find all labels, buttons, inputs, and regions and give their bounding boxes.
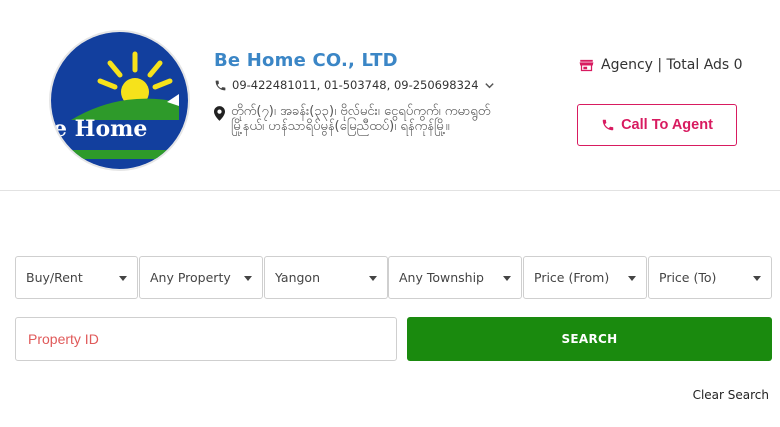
buy-rent-select[interactable]: Buy/Rent (15, 256, 138, 299)
chevron-down-icon[interactable] (484, 80, 495, 91)
price-from-select-value: Price (From) (534, 270, 610, 285)
agency-phone-numbers: 09-422481011, 01-503748, 09-250698324 (232, 78, 479, 92)
call-to-agent-label: Call To Agent (621, 117, 713, 133)
agency-header: e Home Be Home CO., LTD 09-422481011, 01… (0, 0, 780, 191)
clear-search-link[interactable]: Clear Search (693, 388, 769, 402)
caret-down-icon (628, 276, 636, 281)
caret-down-icon (244, 276, 252, 281)
agency-address: တိုက်(၇)၊ အခန်း(၃၃)၊ ဗိုလ်မင်း၊ ငွေရပ်ကွ… (214, 104, 549, 134)
agency-logo-image: e Home (51, 32, 188, 169)
agency-logo[interactable]: e Home (49, 30, 190, 171)
phone-icon (215, 80, 226, 90)
phone-icon (602, 119, 614, 131)
price-from-select[interactable]: Price (From) (523, 256, 647, 299)
agency-type-ads-text: Agency | Total Ads 0 (601, 57, 743, 73)
property-id-input[interactable] (15, 317, 397, 361)
agency-type-and-ads: Agency | Total Ads 0 (579, 57, 743, 73)
agency-phones[interactable]: 09-422481011, 01-503748, 09-250698324 (214, 76, 495, 94)
caret-down-icon (503, 276, 511, 281)
store-icon (579, 59, 594, 71)
map-marker-icon (214, 106, 225, 121)
township-select-value: Any Township (399, 270, 484, 285)
region-select-value: Yangon (275, 270, 321, 285)
logo-wordmark: e Home (53, 116, 147, 142)
price-to-select-value: Price (To) (659, 270, 717, 285)
search-button[interactable]: SEARCH (407, 317, 772, 361)
agency-address-text: တိုက်(၇)၊ အခန်း(၃၃)၊ ဗိုလ်မင်း၊ ငွေရပ်ကွ… (231, 104, 491, 134)
property-type-select[interactable]: Any Property (139, 256, 263, 299)
township-select[interactable]: Any Township (388, 256, 522, 299)
price-to-select[interactable]: Price (To) (648, 256, 772, 299)
buy-rent-select-value: Buy/Rent (26, 270, 83, 285)
property-type-select-value: Any Property (150, 270, 231, 285)
call-to-agent-button[interactable]: Call To Agent (577, 104, 737, 146)
agency-name[interactable]: Be Home CO., LTD (214, 50, 398, 71)
caret-down-icon (753, 276, 761, 281)
region-select[interactable]: Yangon (264, 256, 388, 299)
caret-down-icon (369, 276, 377, 281)
caret-down-icon (119, 276, 127, 281)
